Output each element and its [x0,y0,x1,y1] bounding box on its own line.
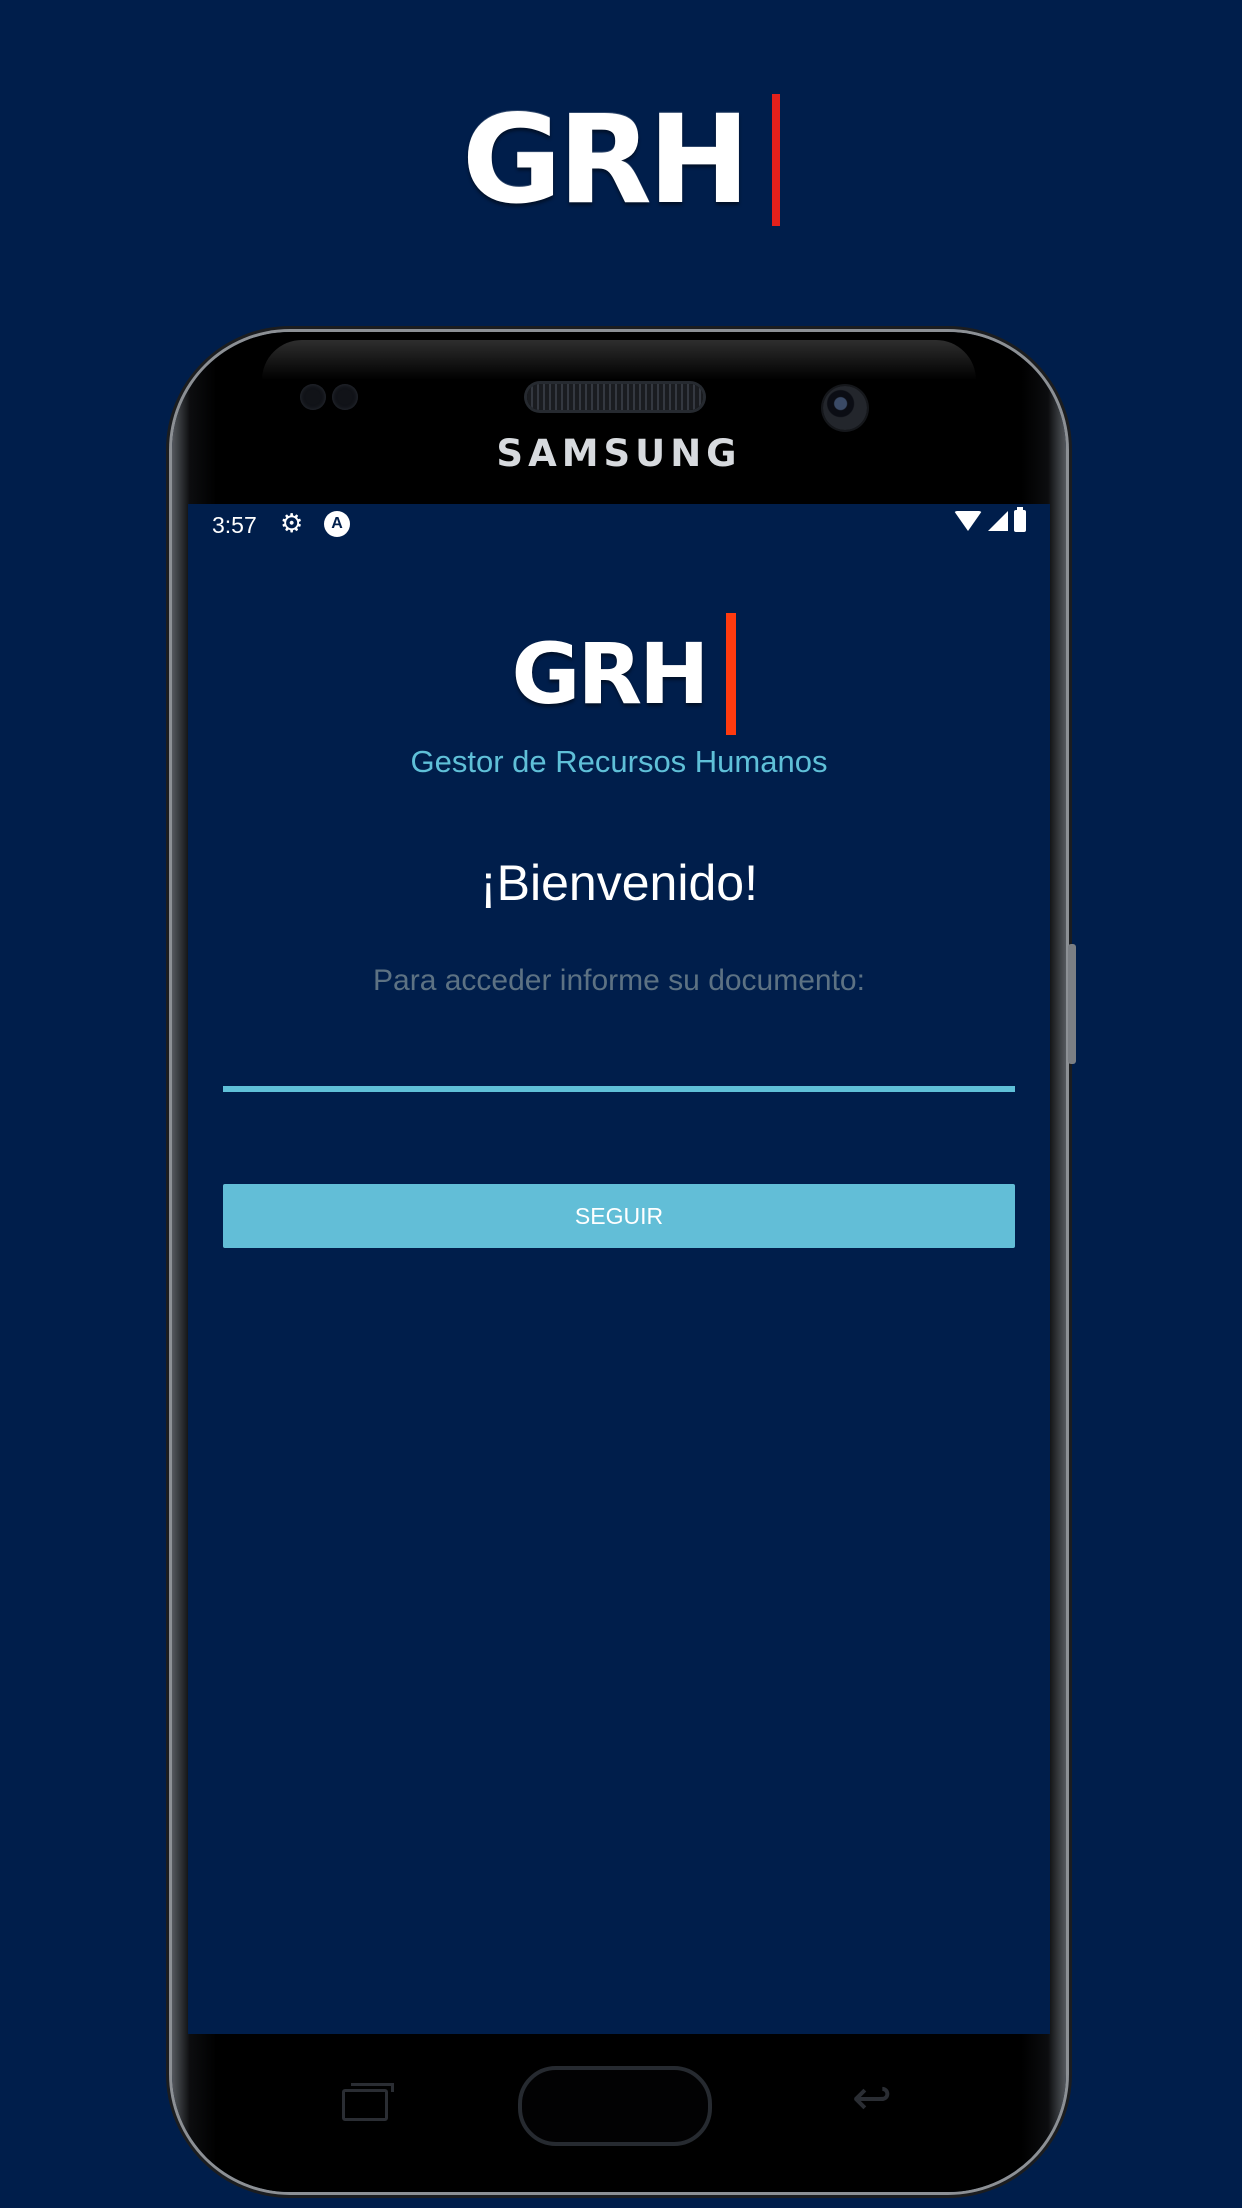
phone-top-shine [262,340,976,380]
status-time: 3:57 [212,512,257,538]
gear-icon: ⚙ [280,508,304,538]
a-badge-icon: A [324,511,350,537]
battery-icon [1014,507,1026,532]
seguir-button[interactable]: SEGUIR [223,1184,1015,1248]
recent-apps-key[interactable] [342,2083,394,2121]
app-logo-bar [726,613,737,735]
status-bar: 3:57 ⚙ A [188,504,1050,542]
phone-screen: 3:57 ⚙ A GRH Gestor de Recursos Humanos … [188,504,1050,2034]
home-button[interactable] [518,2066,712,2146]
status-indicators [954,507,1026,532]
wifi-icon [954,511,982,531]
earpiece-speaker [527,384,703,410]
app-logo-text: GRH [511,625,710,723]
welcome-heading: ¡Bienvenido! [480,855,758,911]
phone-frame: SAMSUNG 3:57 ⚙ A GRH Gestor de Recursos … [172,332,1076,2192]
signal-icon [988,511,1008,531]
instruction-text: Para acceder informe su documento: [373,964,865,997]
phone-brand: SAMSUNG [496,432,742,475]
banner-logo-bar [772,93,781,226]
app-logo: GRH [188,612,1050,736]
banner-logo-text: GRH [461,88,750,231]
sensor-dot [300,384,326,410]
side-button [1068,944,1076,1064]
back-icon[interactable]: ↩ [842,2074,902,2124]
front-camera [823,386,867,430]
banner-logo: GRH [0,92,1242,227]
sensor-dot [332,384,358,410]
document-input[interactable] [223,1034,1015,1092]
app-subtitle: Gestor de Recursos Humanos [410,744,828,779]
